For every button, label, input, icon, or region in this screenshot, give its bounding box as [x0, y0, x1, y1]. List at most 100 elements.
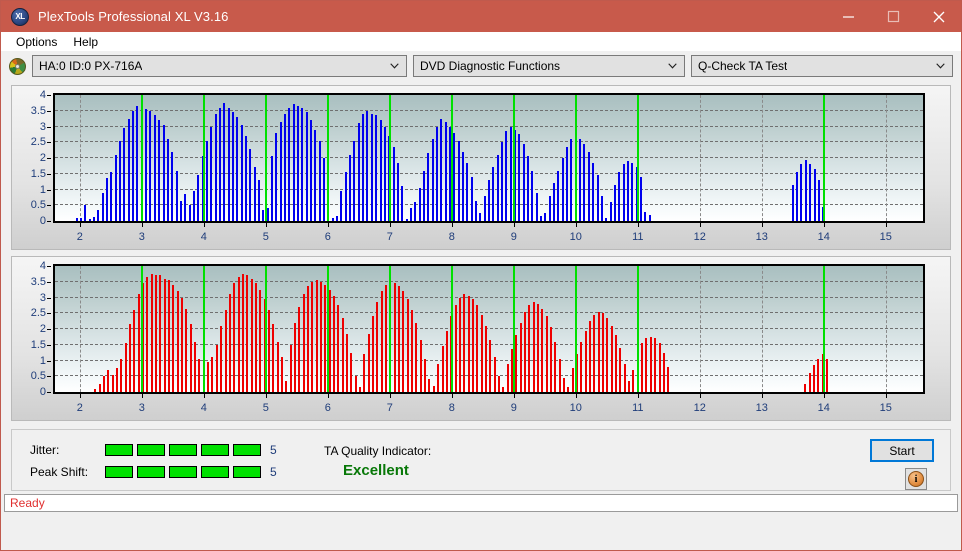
minimize-icon — [843, 16, 854, 18]
bar — [84, 205, 87, 221]
info-icon: i — [908, 471, 924, 487]
bar — [497, 376, 500, 392]
y-axis-tick-label: 2.5 — [30, 307, 46, 320]
y-axis-tick-label: 1.5 — [30, 338, 46, 351]
bar — [632, 369, 635, 392]
track-marker — [636, 266, 639, 392]
menu-item-options[interactable]: Options — [8, 34, 65, 50]
bar — [817, 358, 820, 392]
bar — [639, 176, 642, 221]
bar — [346, 333, 349, 392]
bar — [825, 358, 828, 392]
bar — [791, 184, 794, 221]
bar — [558, 358, 561, 392]
bar — [483, 195, 486, 221]
meter-segment — [169, 466, 197, 478]
bar — [489, 340, 492, 392]
x-axis-tick — [885, 223, 887, 227]
bar — [197, 175, 200, 221]
x-axis-tick — [761, 394, 763, 398]
menu-item-help[interactable]: Help — [65, 34, 106, 50]
bar — [618, 172, 621, 221]
bar — [341, 317, 344, 392]
y-axis-tick-label: 0 — [39, 386, 46, 398]
x-axis-tick-label: 6 — [324, 402, 331, 414]
track-marker — [326, 95, 329, 221]
x-axis-tick-label: 12 — [693, 231, 706, 243]
y-axis-tick-label: 1 — [39, 354, 46, 367]
x-axis-tick — [203, 223, 205, 227]
bar — [492, 167, 495, 221]
bar — [272, 324, 275, 392]
bar — [192, 191, 195, 221]
bar — [570, 139, 573, 221]
x-axis-tick-label: 6 — [324, 231, 331, 243]
bar — [579, 139, 582, 221]
status-bar: Ready — [4, 494, 958, 512]
function-select-value: DVD Diagnostic Functions — [420, 59, 561, 73]
drive-select[interactable]: HA:0 ID:0 PX-716A — [32, 55, 407, 77]
x-axis-tick — [327, 394, 329, 398]
bar — [370, 113, 373, 221]
bar — [119, 140, 122, 221]
bar — [658, 343, 661, 392]
bar — [137, 294, 140, 392]
title-bar: XL PlexTools Professional XL V3.16 — [1, 1, 961, 32]
x-axis-tick-label: 8 — [448, 231, 455, 243]
bar — [606, 317, 609, 392]
y-axis-tick — [47, 221, 51, 222]
start-button[interactable]: Start — [870, 439, 934, 462]
bar — [249, 148, 252, 221]
bar — [97, 209, 100, 221]
track-marker — [388, 95, 391, 221]
bar — [211, 357, 214, 392]
bar-series — [55, 266, 923, 392]
track-marker — [636, 95, 639, 221]
bar — [467, 295, 470, 392]
x-axis-tick — [637, 394, 639, 398]
y-axis-tick — [47, 126, 51, 128]
meter-segment — [233, 444, 261, 456]
bar — [179, 200, 182, 221]
close-button[interactable] — [916, 1, 961, 32]
bar — [194, 341, 197, 392]
y-axis-tick — [47, 189, 51, 191]
bar — [531, 170, 534, 221]
jitter-label: Jitter: — [30, 443, 60, 457]
track-marker — [264, 266, 267, 392]
bar — [411, 310, 414, 392]
bar — [422, 170, 425, 221]
bar — [474, 200, 477, 221]
info-button[interactable]: i — [905, 468, 927, 490]
charts-container: 0 0.5 1 1.5 2 2.5 3 3.5 4 2 3 4 5 6 7 8 9 10 11 12 13 14 15 00… — [1, 81, 961, 427]
function-select[interactable]: DVD Diagnostic Functions — [413, 55, 685, 77]
bar — [362, 113, 365, 221]
bar — [111, 374, 114, 392]
bar — [535, 192, 538, 221]
maximize-button[interactable] — [871, 1, 916, 32]
bar — [610, 325, 613, 392]
bar — [463, 294, 466, 392]
bar — [133, 310, 136, 392]
track-marker — [202, 266, 205, 392]
x-axis-tick — [513, 394, 515, 398]
y-axis-tick-label: 3.5 — [30, 104, 46, 117]
y-axis-tick — [47, 329, 51, 330]
meter-segment — [201, 444, 229, 456]
x-axis-tick — [885, 394, 887, 398]
jitter-meter — [105, 444, 261, 456]
y-axis-tick — [47, 266, 51, 267]
bar — [458, 297, 461, 392]
bar — [563, 377, 566, 392]
bar — [149, 110, 152, 221]
x-axis-tick — [203, 394, 205, 398]
app-disc-xl-icon: XL — [11, 7, 29, 26]
minimize-button[interactable] — [826, 1, 871, 32]
x-axis: 2 3 4 5 6 7 8 9 10 11 12 13 14 15 — [53, 394, 925, 420]
bar — [172, 284, 175, 392]
bar — [812, 365, 815, 392]
y-axis-tick-label: 2 — [39, 152, 46, 164]
test-select[interactable]: Q-Check TA Test — [691, 55, 953, 77]
bar — [240, 124, 243, 221]
bar — [536, 303, 539, 392]
